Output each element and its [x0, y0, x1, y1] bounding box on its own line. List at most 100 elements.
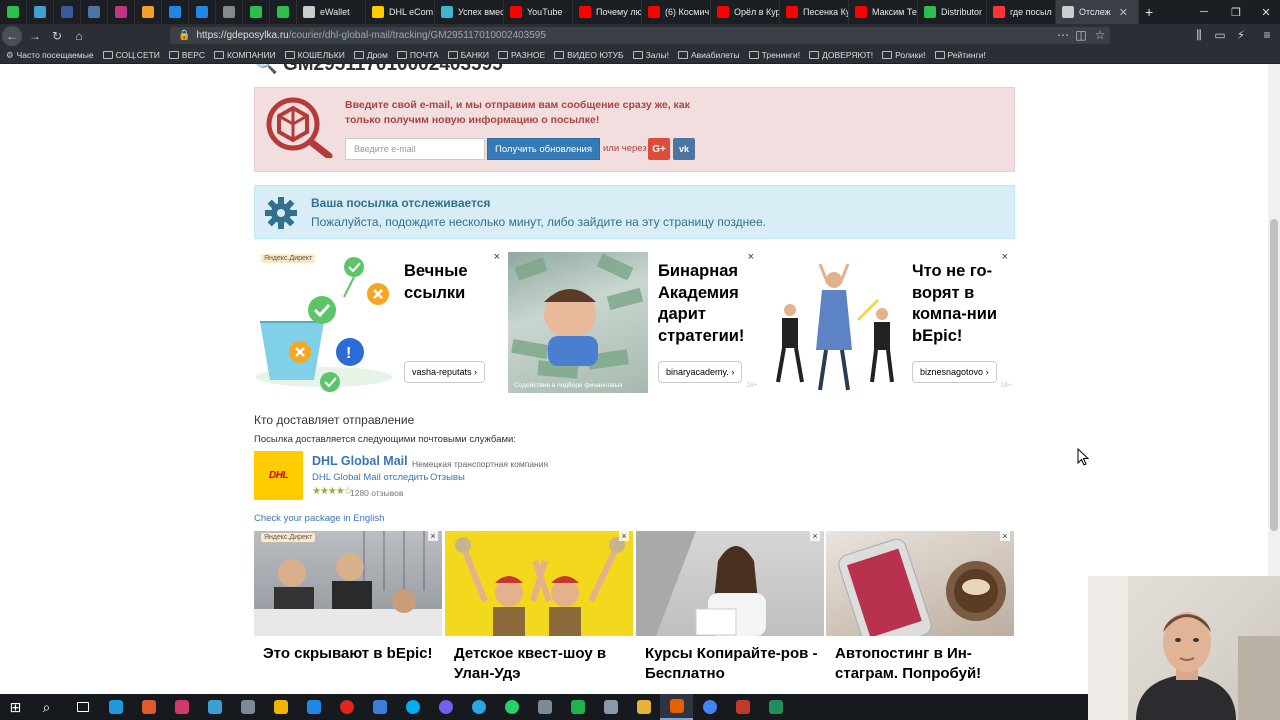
browser-tab[interactable]: Максим Те — [849, 0, 918, 24]
ad-close-icon[interactable]: × — [810, 531, 820, 541]
ad-block[interactable]: Содействие в подборе финансовых Бинарная… — [508, 251, 762, 394]
google-plus-icon[interactable]: G+ — [648, 138, 670, 160]
firefox-icon[interactable] — [660, 694, 693, 720]
bookmark-item[interactable]: КОШЕЛЬКИ — [284, 50, 345, 60]
dhl-logo[interactable]: DHL — [254, 451, 303, 500]
extension-icon[interactable]: ⚡ — [1230, 24, 1252, 46]
bookmark-item[interactable]: ⚙ Часто посещаемые — [6, 50, 94, 61]
browser-tab[interactable]: eWallet — [297, 0, 366, 24]
browser-tab[interactable] — [189, 0, 216, 24]
home-icon[interactable]: ⌂ — [68, 25, 90, 47]
app-icon[interactable] — [132, 694, 165, 720]
browser-tab[interactable]: Почему лю — [573, 0, 642, 24]
browser-tab[interactable]: YouTube — [504, 0, 573, 24]
bookmark-item[interactable]: ДОВЕРЯЮТ! — [809, 50, 873, 60]
ad-image[interactable]: × — [636, 531, 824, 636]
skype-icon[interactable] — [396, 694, 429, 720]
ad-close-icon[interactable]: × — [619, 531, 629, 541]
browser-tab[interactable] — [54, 0, 81, 24]
app-icon[interactable] — [759, 694, 792, 720]
bookmark-item[interactable]: КОМПАНИИ — [213, 50, 276, 60]
bookmark-item[interactable]: БАНКИ — [447, 50, 489, 60]
bookmark-item[interactable]: Авиабилеты — [677, 50, 740, 60]
ad-block[interactable]: ! Яндекс.Директ Вечные ссылки × vasha-re… — [254, 251, 508, 394]
opera-icon[interactable] — [330, 694, 363, 720]
ad-close-icon[interactable]: × — [1000, 531, 1010, 541]
folder-icon[interactable] — [627, 694, 660, 720]
back-icon[interactable]: ← — [2, 25, 22, 46]
ad-image[interactable]: ! Яндекс.Директ — [254, 252, 394, 393]
scrollbar-thumb[interactable] — [1270, 219, 1278, 531]
ad-title[interactable]: Курсы Копирайте-ров - Бесплатно — [645, 644, 825, 684]
ad-domain-button[interactable]: biznesnagotovo › — [912, 361, 997, 383]
ad-block[interactable]: × Детское квест-шоу в Улан-Удэ — [445, 531, 633, 694]
carrier-name-link[interactable]: DHL Global Mail — [312, 454, 408, 468]
bookmark-item[interactable]: Ролики! — [882, 50, 926, 60]
ad-block[interactable]: × Курсы Копирайте-ров - Бесплатно — [636, 531, 824, 694]
ad-title[interactable]: Вечные ссылки — [404, 261, 508, 304]
app-icon[interactable] — [198, 694, 231, 720]
browser-tab[interactable] — [162, 0, 189, 24]
browser-tab[interactable]: Орёл в Кур — [711, 0, 780, 24]
bookmark-item[interactable]: Тренинги! — [748, 50, 800, 60]
menu-icon[interactable]: ≡ — [1256, 24, 1278, 46]
ad-domain-button[interactable]: vasha-reputats › — [404, 361, 486, 383]
ad-image[interactable]: Содействие в подборе финансовых — [508, 252, 648, 393]
telegram-icon[interactable] — [462, 694, 495, 720]
ad-title[interactable]: Это скрывают в bEpic! — [263, 644, 443, 664]
library-icon[interactable]: ⫼ — [1188, 24, 1210, 46]
carrier-reviews-link[interactable]: Отзывы — [430, 472, 465, 483]
browser-tab[interactable] — [216, 0, 243, 24]
app-icon[interactable] — [231, 694, 264, 720]
ad-block[interactable]: × Автопостинг в Ин-стаграм. Попробуй! — [826, 531, 1014, 694]
bookmark-item[interactable]: РАЗНОЕ — [497, 50, 545, 60]
browser-tab[interactable] — [270, 0, 297, 24]
app-icon[interactable] — [561, 694, 594, 720]
check-english-link[interactable]: Check your package in English — [254, 513, 384, 524]
app-icon[interactable] — [165, 694, 198, 720]
browser-tab[interactable] — [81, 0, 108, 24]
url-bar[interactable]: 🔒 https://gdeposylka.ru/courier/dhl-glob… — [170, 27, 1110, 44]
ad-close-icon[interactable]: × — [428, 531, 438, 541]
bookmark-item[interactable]: ВИДЕО ЮТУБ — [554, 50, 624, 60]
carrier-track-link[interactable]: DHL Global Mail отследить — [312, 472, 428, 483]
browser-tab[interactable]: DHL eCom — [366, 0, 435, 24]
task-view-icon[interactable] — [66, 694, 99, 720]
browser-tab[interactable]: (6) Космич — [642, 0, 711, 24]
ad-image[interactable]: × — [445, 531, 633, 636]
windows-start-icon[interactable]: ⊞ — [0, 694, 33, 720]
chrome-icon[interactable] — [693, 694, 726, 720]
browser-tab[interactable] — [135, 0, 162, 24]
browser-tab[interactable] — [108, 0, 135, 24]
app-icon[interactable] — [264, 694, 297, 720]
whatsapp-icon[interactable] — [495, 694, 528, 720]
ad-block[interactable]: Яндекс.Директ × Это скрывают в bEpic! — [254, 531, 442, 694]
bookmark-item[interactable]: Дром — [353, 50, 388, 60]
close-tab-icon[interactable]: ✕ — [1119, 6, 1128, 19]
browser-tab[interactable] — [0, 0, 27, 24]
browser-tab[interactable]: Отслеж ✕ — [1056, 0, 1139, 24]
get-updates-button[interactable]: Получить обновления — [487, 138, 600, 160]
browser-tab[interactable] — [27, 0, 54, 24]
forward-icon[interactable]: → — [24, 25, 46, 47]
ad-close-icon[interactable]: × — [494, 251, 500, 263]
browser-tab[interactable]: Песенка Ку — [780, 0, 849, 24]
ad-close-icon[interactable]: × — [1002, 251, 1008, 263]
browser-tab[interactable] — [243, 0, 270, 24]
browser-tab[interactable]: Distributor — [918, 0, 987, 24]
app-icon[interactable] — [297, 694, 330, 720]
maximize-icon[interactable]: ❐ — [1220, 0, 1252, 24]
close-window-icon[interactable]: ✕ — [1250, 0, 1280, 24]
browser-tab[interactable]: где посыл — [987, 0, 1056, 24]
search-icon[interactable]: ⌕ — [33, 694, 66, 720]
bookmark-star-icon[interactable]: ☆ — [1089, 24, 1111, 46]
vk-icon[interactable]: vk — [673, 138, 695, 160]
bookmark-item[interactable]: ВЕРС — [168, 50, 205, 60]
browser-tab[interactable]: Успех вмес — [435, 0, 504, 24]
ad-close-icon[interactable]: × — [748, 251, 754, 263]
app-icon[interactable] — [99, 694, 132, 720]
viber-icon[interactable] — [429, 694, 462, 720]
ad-title[interactable]: Что не го-ворят в компа-нии bEpic! — [912, 261, 1016, 347]
ad-image[interactable] — [762, 252, 902, 393]
reload-icon[interactable]: ↻ — [46, 25, 68, 47]
